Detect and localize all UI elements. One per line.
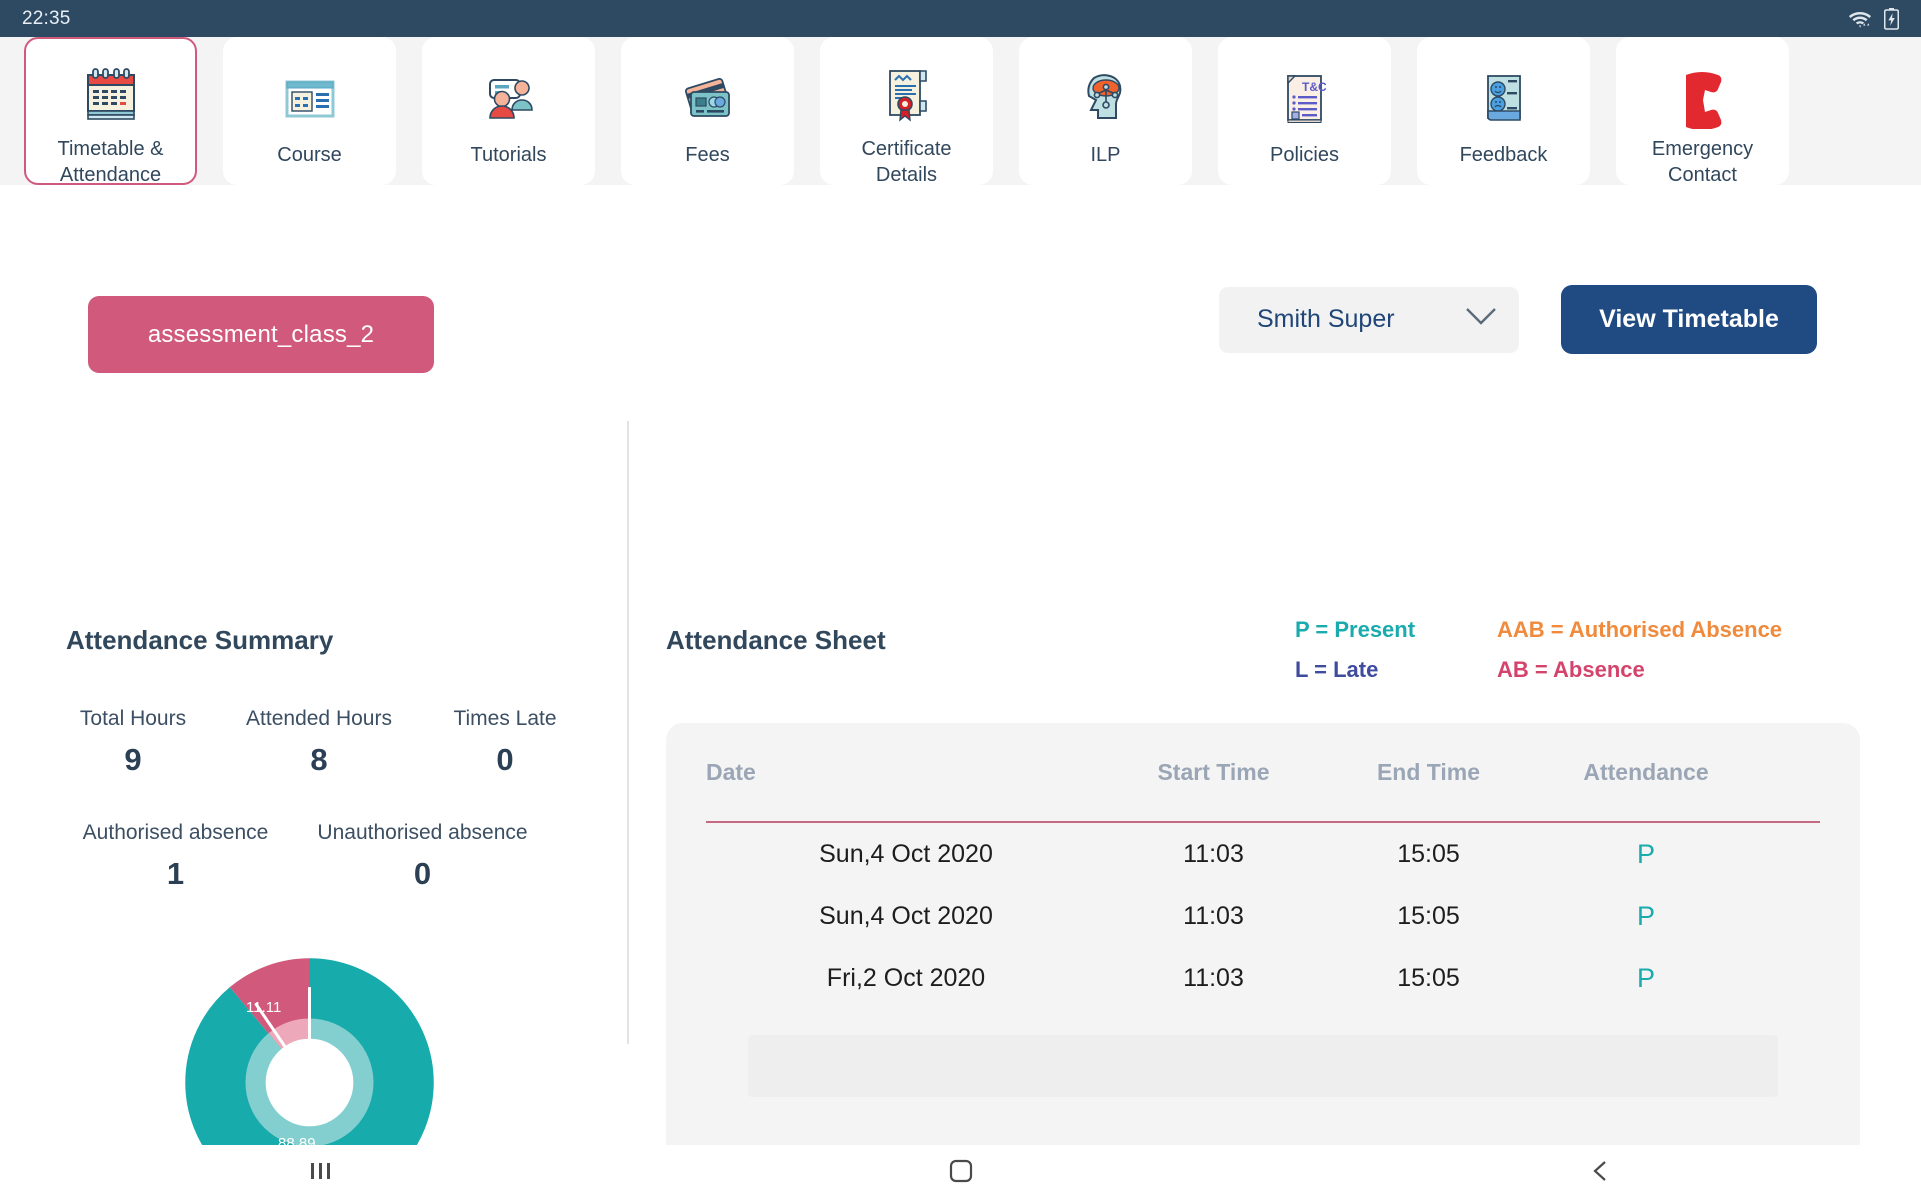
main-content: assessment_class_2 Smith Super View Time… <box>0 185 1921 1201</box>
brain-head-icon <box>1073 63 1139 135</box>
cell-end-time: 15:05 <box>1397 839 1460 868</box>
app-screen: 22:35 Timetable & Attendance Course Tuto… <box>0 0 1921 1201</box>
tab-course[interactable]: Course <box>223 37 396 185</box>
tab-label: Policies <box>1270 144 1339 166</box>
table-row[interactable]: Sun,4 Oct 2020 11:03 15:05 P <box>706 823 1820 885</box>
back-icon[interactable] <box>1588 1158 1614 1189</box>
class-badge[interactable]: assessment_class_2 <box>88 296 434 373</box>
module-tab-strip[interactable]: Timetable & Attendance Course Tutorials … <box>0 37 1921 185</box>
tab-label: Emergency Contact <box>1651 138 1754 185</box>
stat-label: Times Late <box>453 707 557 730</box>
tab-ilp[interactable]: ILP <box>1019 37 1192 185</box>
tab-label: Certificate Details <box>861 138 952 185</box>
tab-certificate-details[interactable]: Certificate Details <box>820 37 993 185</box>
column-header-start-time: Start Time <box>1157 758 1270 785</box>
home-icon[interactable] <box>948 1158 974 1189</box>
credit-cards-icon <box>675 63 741 135</box>
stat-times-late: Times Late 0 <box>412 707 598 778</box>
table-header-row: Date Start Time End Time Attendance <box>706 723 1820 821</box>
tab-emergency-contact[interactable]: Emergency Contact <box>1616 37 1789 185</box>
status-clock: 22:35 <box>22 7 71 29</box>
column-divider <box>627 421 629 1044</box>
tab-policies[interactable]: T&C Policies <box>1218 37 1391 185</box>
battery-charging-icon <box>1883 7 1900 30</box>
recents-icon[interactable] <box>307 1159 335 1188</box>
stat-unauthorised-absence: Unauthorised absence 0 <box>299 821 546 892</box>
view-timetable-button[interactable]: View Timetable <box>1561 285 1817 354</box>
status-bar: 22:35 <box>0 0 1921 37</box>
cell-attendance: P <box>1636 900 1655 931</box>
stat-label: Total Hours <box>79 707 187 730</box>
cell-date: Sun,4 Oct 2020 <box>819 839 993 868</box>
certificate-scroll-icon <box>874 63 940 129</box>
attendance-table: Date Start Time End Time Attendance Sun,… <box>666 723 1860 1201</box>
table-row[interactable]: Sun,4 Oct 2020 11:03 15:05 P <box>706 885 1820 947</box>
tab-label: Tutorials <box>470 144 547 166</box>
cell-date: Sun,4 Oct 2020 <box>819 901 993 930</box>
cell-start-time: 11:03 <box>1183 839 1244 868</box>
stat-value: 0 <box>413 856 432 891</box>
status-icons <box>1847 7 1900 30</box>
column-header-date: Date <box>706 758 756 785</box>
cell-date: Fri,2 Oct 2020 <box>826 963 986 992</box>
wifi-data-icon <box>1847 9 1873 29</box>
tab-label: Timetable & Attendance <box>57 138 164 185</box>
table-row[interactable]: Fri,2 Oct 2020 11:03 15:05 P <box>706 947 1820 1009</box>
stat-label: Authorised absence <box>82 821 269 844</box>
android-nav-bar[interactable] <box>0 1145 1921 1201</box>
tab-label: Fees <box>685 144 730 166</box>
summary-stats-row-1: Total Hours 9 Attended Hours 8 Times Lat… <box>40 707 600 778</box>
stat-value: 9 <box>124 742 142 777</box>
chevron-down-icon <box>1463 305 1499 334</box>
key-absence: AB = Absence <box>1497 657 1645 682</box>
stat-total-hours: Total Hours 9 <box>40 707 226 778</box>
attendance-sheet-title: Attendance Sheet <box>666 625 886 655</box>
cell-end-time: 15:05 <box>1397 901 1460 930</box>
svg-text:T&C: T&C <box>1302 80 1327 94</box>
cell-start-time: 11:03 <box>1183 901 1244 930</box>
feedback-smiley-icon <box>1471 63 1537 135</box>
donut-label-absence: 11.11 <box>246 999 282 1016</box>
stat-value: 1 <box>166 856 185 891</box>
cell-attendance: P <box>1636 962 1655 993</box>
tab-feedback[interactable]: Feedback <box>1417 37 1590 185</box>
toolbar-right: Smith Super View Timetable <box>1219 285 1817 354</box>
course-window-icon <box>277 63 343 135</box>
stat-authorised-absence: Authorised absence 1 <box>52 821 299 892</box>
stat-label: Attended Hours <box>246 707 392 730</box>
column-header-end-time: End Time <box>1376 758 1481 785</box>
tutorial-people-icon <box>476 63 542 135</box>
student-select[interactable]: Smith Super <box>1219 286 1519 353</box>
table-row-placeholder <box>748 1035 1778 1097</box>
terms-conditions-icon: T&C <box>1272 63 1338 135</box>
attendance-key: P = Present AAB = Authorised Absence L =… <box>1295 617 1855 697</box>
stat-attended-hours: Attended Hours 8 <box>226 707 412 778</box>
tab-label: ILP <box>1090 144 1121 166</box>
tab-fees[interactable]: Fees <box>621 37 794 185</box>
calendar-icon <box>78 63 144 129</box>
tab-label: Feedback <box>1459 144 1548 166</box>
attendance-summary-title: Attendance Summary <box>66 625 334 655</box>
column-header-attendance: Attendance <box>1583 758 1709 785</box>
stat-label: Unauthorised absence <box>317 821 528 844</box>
stat-value: 8 <box>310 742 328 777</box>
stat-value: 0 <box>496 742 514 777</box>
student-select-value: Smith Super <box>1257 305 1395 333</box>
key-late: L = Late <box>1295 657 1379 682</box>
tab-timetable-attendance[interactable]: Timetable & Attendance <box>24 37 197 185</box>
summary-stats-row-2: Authorised absence 1 Unauthorised absenc… <box>52 821 612 892</box>
cell-attendance: P <box>1636 838 1655 869</box>
cell-start-time: 11:03 <box>1183 963 1244 992</box>
tab-label: Course <box>277 144 342 166</box>
cell-end-time: 15:05 <box>1397 963 1460 992</box>
tab-tutorials[interactable]: Tutorials <box>422 37 595 185</box>
key-present: P = Present <box>1295 617 1416 642</box>
phone-icon <box>1670 63 1736 129</box>
key-authorised-absence: AAB = Authorised Absence <box>1497 617 1783 642</box>
